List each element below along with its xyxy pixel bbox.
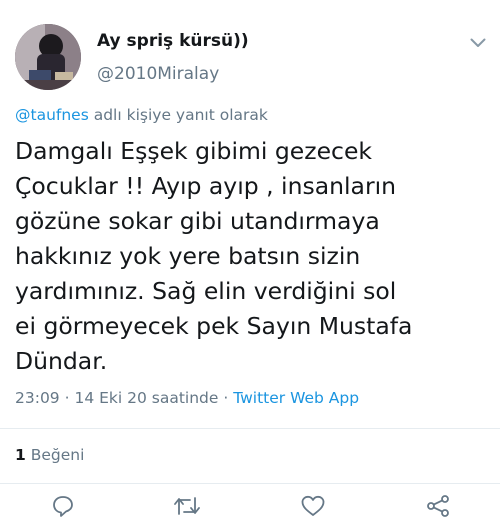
chevron-down-icon [470, 38, 486, 47]
share-button[interactable] [423, 494, 453, 520]
share-icon [427, 495, 449, 517]
avatar[interactable] [15, 24, 81, 90]
meta-separator: · [59, 389, 75, 407]
divider [0, 483, 500, 484]
display-name[interactable]: Ay spriş kürsü)) [97, 31, 249, 51]
tweet-meta: 23:09 · 14 Eki 20 saatinde · Twitter Web… [15, 389, 359, 407]
tweet-time: 23:09 [15, 389, 60, 407]
tweet-date: 14 Eki 20 saatinde [74, 389, 219, 407]
tweet-source-link[interactable]: Twitter Web App [233, 389, 359, 407]
more-options-button[interactable] [466, 33, 490, 53]
reply-mention-link[interactable]: @taufnes [15, 106, 89, 124]
user-handle[interactable]: @2010Miralay [97, 64, 219, 84]
reply-icon [53, 496, 73, 517]
likes-count: 1 [15, 446, 26, 464]
like-button[interactable] [298, 494, 328, 520]
likes-label: Beğeni [25, 446, 85, 464]
likes-stat[interactable]: 1 Beğeni [15, 446, 84, 464]
tweet-text: Damgalı Eşşek gibimi gezecek Çocuklar !!… [15, 137, 413, 375]
reply-context-text: adlı kişiye yanıt olarak [88, 106, 268, 124]
retweet-icon [174, 497, 200, 515]
reply-context: @taufnes adlı kişiye yanıt olarak [15, 106, 268, 124]
reply-button[interactable] [48, 494, 78, 520]
retweet-button[interactable] [172, 494, 202, 520]
meta-separator: · [218, 389, 234, 407]
heart-icon [301, 495, 325, 516]
divider [0, 428, 500, 429]
profile-photo-icon [15, 24, 81, 90]
